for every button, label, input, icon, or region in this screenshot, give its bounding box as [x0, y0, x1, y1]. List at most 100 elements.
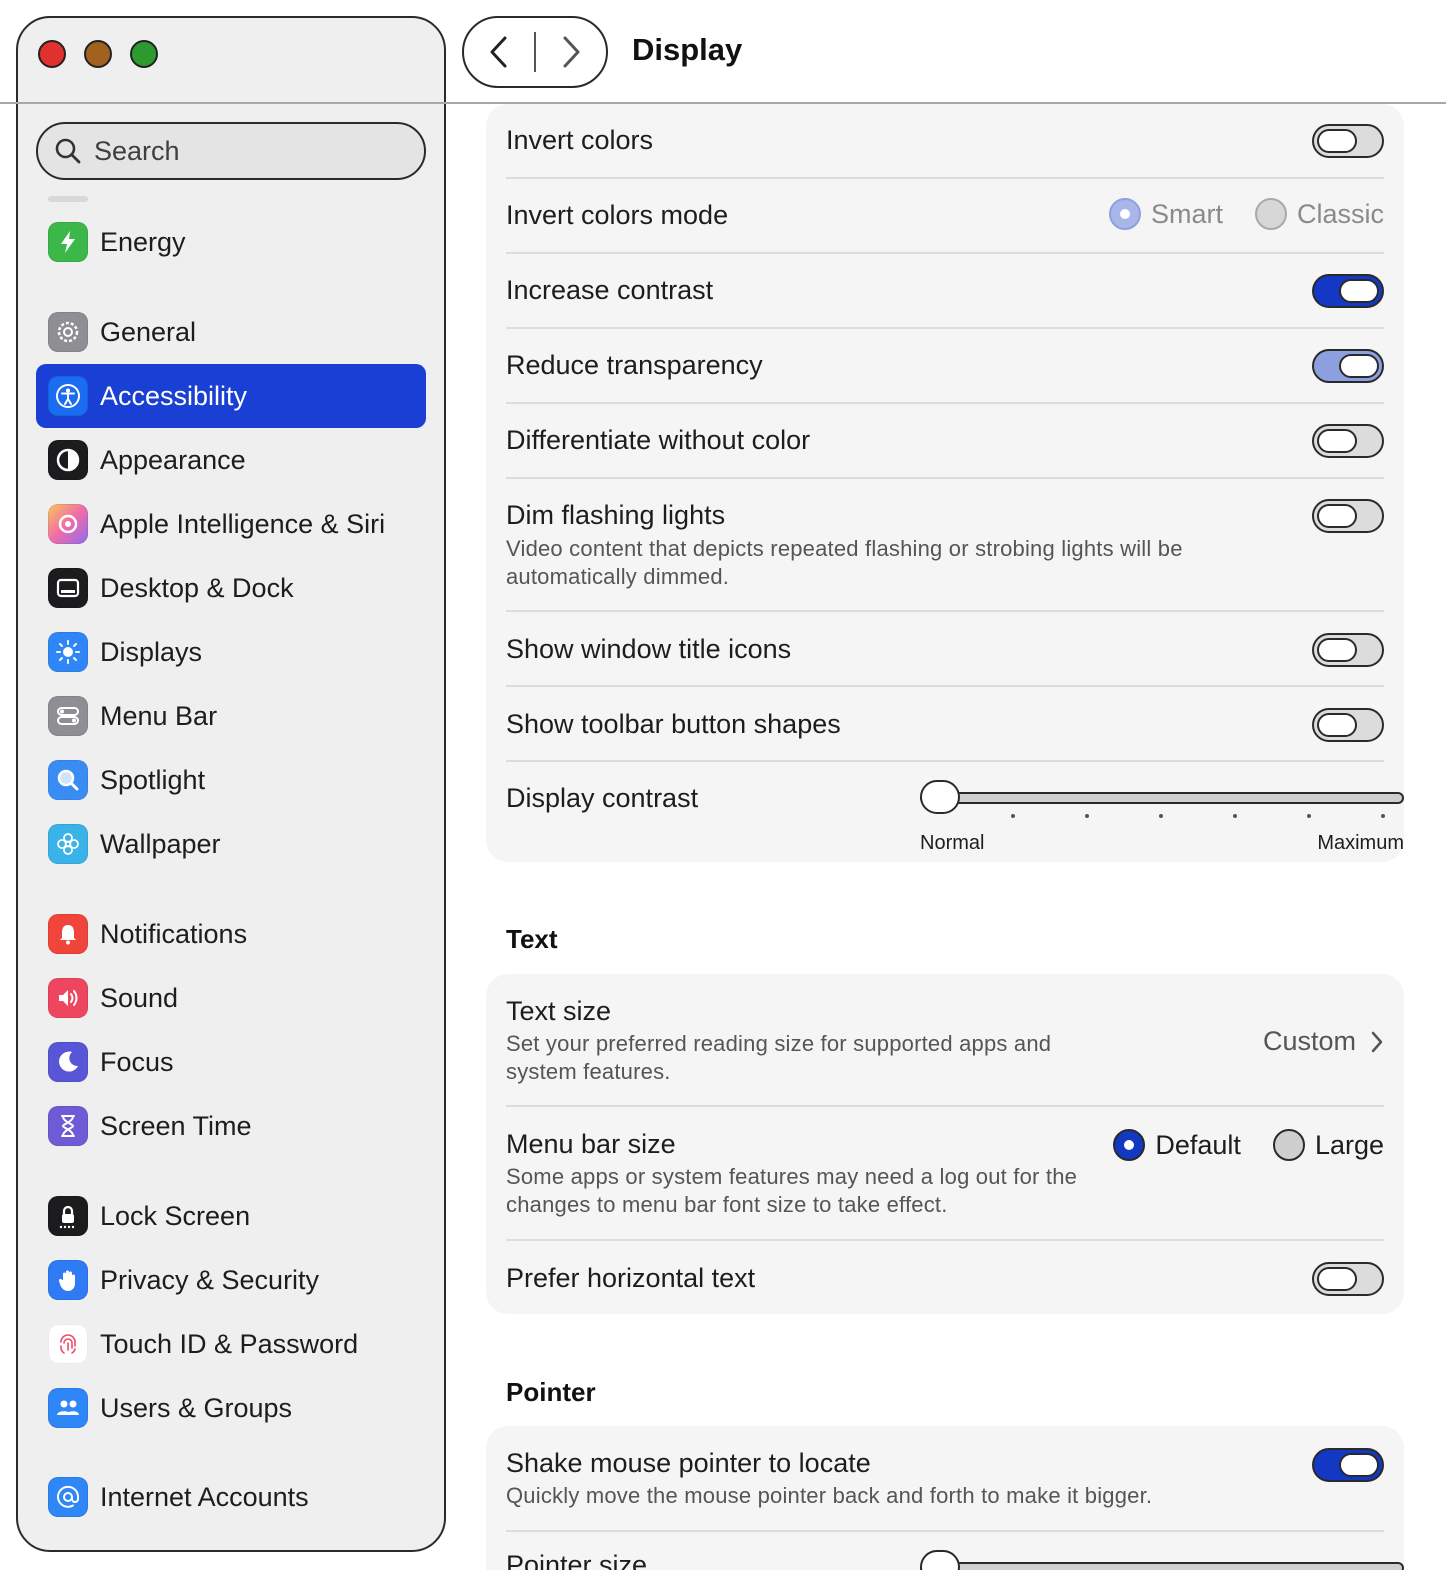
separator: [506, 177, 1384, 179]
sidebar-item-desktop-dock[interactable]: Desktop & Dock: [36, 556, 426, 620]
hand-icon: [48, 1260, 88, 1300]
invert-colors-toggle[interactable]: [1312, 124, 1384, 158]
lock-icon: [48, 1196, 88, 1236]
separator: [506, 685, 1384, 687]
sidebar-item-screen-time[interactable]: Screen Time: [36, 1094, 426, 1158]
invert-mode-smart-radio[interactable]: Smart: [1108, 198, 1223, 230]
radio-label: Smart: [1150, 198, 1223, 229]
bell-icon: [48, 914, 88, 954]
close-window-button[interactable]: [38, 40, 66, 68]
minimize-window-button[interactable]: [84, 40, 112, 68]
show-toolbar-button-shapes-label: Show toolbar button shapes: [506, 709, 841, 739]
invert-colors-mode-label: Invert colors mode: [506, 200, 729, 230]
sidebar-item-apple-intelligence-siri[interactable]: Apple Intelligence & Siri: [36, 492, 426, 556]
pointer-settings-card: Shake mouse pointer to locate Quickly mo…: [486, 1426, 1404, 1570]
sidebar-item-lock-screen[interactable]: Lock Screen: [36, 1184, 426, 1248]
sidebar-item-accessibility[interactable]: Accessibility: [36, 364, 426, 428]
text-size-value-button[interactable]: Custom: [1263, 1026, 1384, 1057]
back-button[interactable]: [464, 18, 534, 86]
slider-max-label: Maximum: [1317, 832, 1404, 854]
text-size-value: Custom: [1262, 1026, 1356, 1056]
differentiate-without-color-label: Differentiate without color: [506, 425, 811, 455]
pointer-size-label: Pointer size: [506, 1550, 648, 1570]
differentiate-without-color-toggle[interactable]: [1312, 424, 1384, 458]
sidebar-item-label: Privacy & Security: [100, 1264, 320, 1295]
sidebar-item-sound[interactable]: Sound: [36, 966, 426, 1030]
shake-mouse-pointer-description: Quickly move the mouse pointer back and …: [506, 1483, 1153, 1508]
slider-track: [920, 1562, 1404, 1570]
menu-bar-icon: [48, 696, 88, 736]
show-toolbar-button-shapes-toggle[interactable]: [1312, 708, 1384, 742]
sidebar-item-touch-id-password[interactable]: Touch ID & Password: [36, 1312, 426, 1376]
sidebar-item-label: Displays: [100, 636, 203, 667]
text-size-row[interactable]: Text size Set your preferred reading siz…: [506, 996, 1384, 1086]
chevron-right-icon: [1371, 1031, 1383, 1052]
separator: [506, 402, 1384, 404]
show-window-title-icons-row: Show window title icons: [506, 633, 1384, 667]
sidebar-item-users-groups[interactable]: Users & Groups: [36, 1376, 426, 1440]
slider-tick: [1159, 814, 1163, 818]
radio-dot: [1113, 1129, 1146, 1161]
invert-mode-classic-radio[interactable]: Classic: [1254, 198, 1384, 230]
reduce-transparency-toggle[interactable]: [1312, 349, 1384, 383]
sidebar-item-label: General: [100, 316, 197, 347]
sidebar-item-energy[interactable]: Energy: [36, 210, 426, 274]
sidebar-item-label: Accessibility: [100, 380, 248, 411]
dock-icon: [48, 568, 88, 608]
sidebar-item-spotlight[interactable]: Spotlight: [36, 748, 426, 812]
slider-thumb[interactable]: [920, 1550, 960, 1570]
pointer-size-slider[interactable]: [920, 1550, 1404, 1570]
sidebar-item-menu-bar[interactable]: Menu Bar: [36, 684, 426, 748]
increase-contrast-label: Increase contrast: [506, 275, 714, 305]
menu-bar-size-large-radio[interactable]: Large: [1272, 1129, 1384, 1161]
dim-flashing-lights-row: Dim flashing lights Video content that d…: [506, 499, 1384, 591]
menu-bar-size-default-radio[interactable]: Default: [1113, 1129, 1241, 1161]
zoom-window-button[interactable]: [130, 40, 158, 68]
search-input[interactable]: [94, 135, 394, 167]
sidebar-item-internet-accounts[interactable]: Internet Accounts: [36, 1465, 426, 1529]
slider-tick: [1307, 814, 1311, 818]
at-icon: [48, 1477, 88, 1517]
prefer-horizontal-text-toggle[interactable]: [1312, 1262, 1384, 1296]
dim-flashing-lights-toggle[interactable]: [1312, 499, 1384, 533]
flower-icon: [48, 824, 88, 864]
separator: [506, 760, 1384, 762]
sidebar-item-notifications[interactable]: Notifications: [36, 902, 426, 966]
search-field[interactable]: [36, 122, 426, 180]
sidebar-item-focus[interactable]: Focus: [36, 1030, 426, 1094]
fingerprint-icon: [48, 1324, 88, 1364]
sidebar-item-label: Spotlight: [100, 764, 206, 795]
forward-button[interactable]: [536, 18, 606, 86]
slider-tick: [1233, 814, 1237, 818]
increase-contrast-toggle[interactable]: [1312, 274, 1384, 308]
sidebar-item-appearance[interactable]: Appearance: [36, 428, 426, 492]
radio-label: Default: [1155, 1129, 1241, 1160]
sidebar-item-label: Notifications: [100, 918, 248, 949]
siri-icon: [48, 504, 88, 544]
navigation-buttons: [462, 16, 608, 88]
sidebar-item-label: Touch ID & Password: [100, 1328, 359, 1359]
show-window-title-icons-toggle[interactable]: [1312, 633, 1384, 667]
separator: [506, 1239, 1384, 1241]
sidebar-item-label: Lock Screen: [100, 1200, 251, 1231]
sidebar-item-label: Wallpaper: [100, 828, 221, 859]
pointer-section-title: Pointer: [506, 1377, 596, 1407]
speaker-icon: [48, 978, 88, 1018]
sidebar-item-privacy-security[interactable]: Privacy & Security: [36, 1248, 426, 1312]
invert-colors-mode-radio-group: Smart Classic: [1108, 198, 1384, 230]
display-contrast-slider[interactable]: Normal Maximum: [920, 780, 1404, 854]
shake-mouse-pointer-toggle[interactable]: [1312, 1448, 1384, 1482]
prefer-horizontal-text-row: Prefer horizontal text: [506, 1262, 1384, 1296]
radio-dot: [1108, 198, 1141, 230]
sidebar-item-wallpaper[interactable]: Wallpaper: [36, 812, 426, 876]
slider-thumb[interactable]: [920, 780, 960, 814]
display-contrast-row: Display contrast Normal Maximum: [506, 780, 1404, 860]
sidebar-item-displays[interactable]: Displays: [36, 620, 426, 684]
invert-colors-mode-row: Invert colors mode Smart Classic: [506, 198, 1384, 232]
separator: [506, 1530, 1384, 1532]
slider-tick: [1085, 814, 1089, 818]
text-size-description: Set your preferred reading size for supp…: [506, 1031, 1052, 1084]
invert-colors-label: Invert colors: [506, 125, 654, 155]
sidebar-item-general[interactable]: General: [36, 300, 426, 364]
dim-flashing-lights-label: Dim flashing lights: [506, 500, 726, 530]
